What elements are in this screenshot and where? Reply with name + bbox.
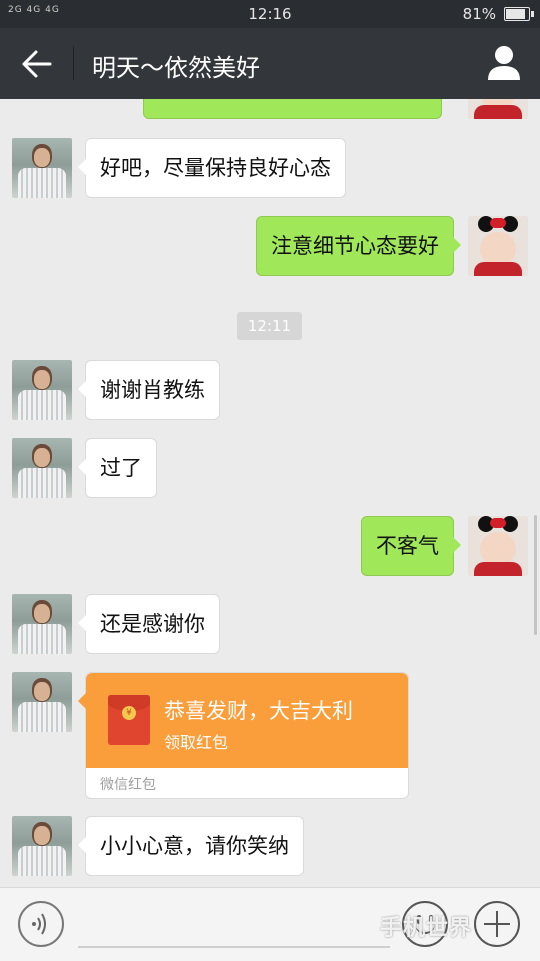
- avatar-self[interactable]: [468, 216, 528, 276]
- chat-header: 明天～依然美好: [0, 28, 540, 99]
- message-bubble-received[interactable]: 好吧，尽量保持良好心态: [78, 138, 346, 198]
- battery-indicator: 81%: [462, 5, 534, 23]
- chat-messages[interactable]: 好吧，尽量保持良好心态 注意细节心态要好 12:11 谢谢肖教练 过了 不客气 …: [0, 99, 540, 887]
- partial-message-bubble: [143, 99, 442, 119]
- avatar-self[interactable]: [468, 99, 528, 119]
- status-bar: 2G 4G 4G 12:16 81%: [0, 0, 540, 28]
- yuan-coin-icon: ¥: [122, 706, 136, 720]
- more-plus-icon[interactable]: [474, 901, 520, 947]
- message-bubble-received[interactable]: 还是感谢你: [78, 594, 220, 654]
- red-envelope-icon: ¥: [108, 695, 150, 745]
- battery-percent: 81%: [462, 5, 496, 23]
- message-input[interactable]: [78, 946, 390, 948]
- avatar-contact[interactable]: [12, 594, 72, 654]
- voice-input-icon[interactable]: [18, 901, 64, 947]
- scrollbar[interactable]: [534, 515, 537, 635]
- avatar-contact[interactable]: [12, 816, 72, 876]
- message-timestamp: 12:11: [237, 312, 302, 340]
- red-packet-message[interactable]: ¥ 恭喜发财，大吉大利 领取红包 微信红包: [78, 672, 409, 799]
- message-bubble-received[interactable]: 小小心意，请你笑纳: [78, 816, 304, 876]
- message-bubble-sent[interactable]: 注意细节心态要好: [256, 216, 461, 276]
- avatar-contact[interactable]: [12, 672, 72, 732]
- chat-info-person-icon[interactable]: [486, 44, 522, 82]
- back-arrow-icon[interactable]: [20, 48, 54, 80]
- status-time: 12:16: [248, 5, 292, 23]
- avatar-contact[interactable]: [12, 438, 72, 498]
- watermark-logo: 手机世界: [380, 916, 473, 941]
- avatar-self[interactable]: [468, 516, 528, 576]
- chat-title: 明天～依然美好: [92, 54, 260, 82]
- avatar-contact[interactable]: [12, 360, 72, 420]
- message-bubble-received[interactable]: 过了: [78, 438, 157, 498]
- avatar-contact[interactable]: [12, 138, 72, 198]
- message-bubble-sent[interactable]: 不客气: [361, 516, 461, 576]
- message-bubble-received[interactable]: 谢谢肖教练: [78, 360, 220, 420]
- red-packet-footer: 微信红包: [100, 777, 156, 793]
- red-packet-title: 恭喜发财，大吉大利: [164, 699, 353, 723]
- red-packet-subtitle: 领取红包: [164, 733, 229, 752]
- header-divider: [73, 46, 74, 80]
- battery-icon: [504, 7, 534, 21]
